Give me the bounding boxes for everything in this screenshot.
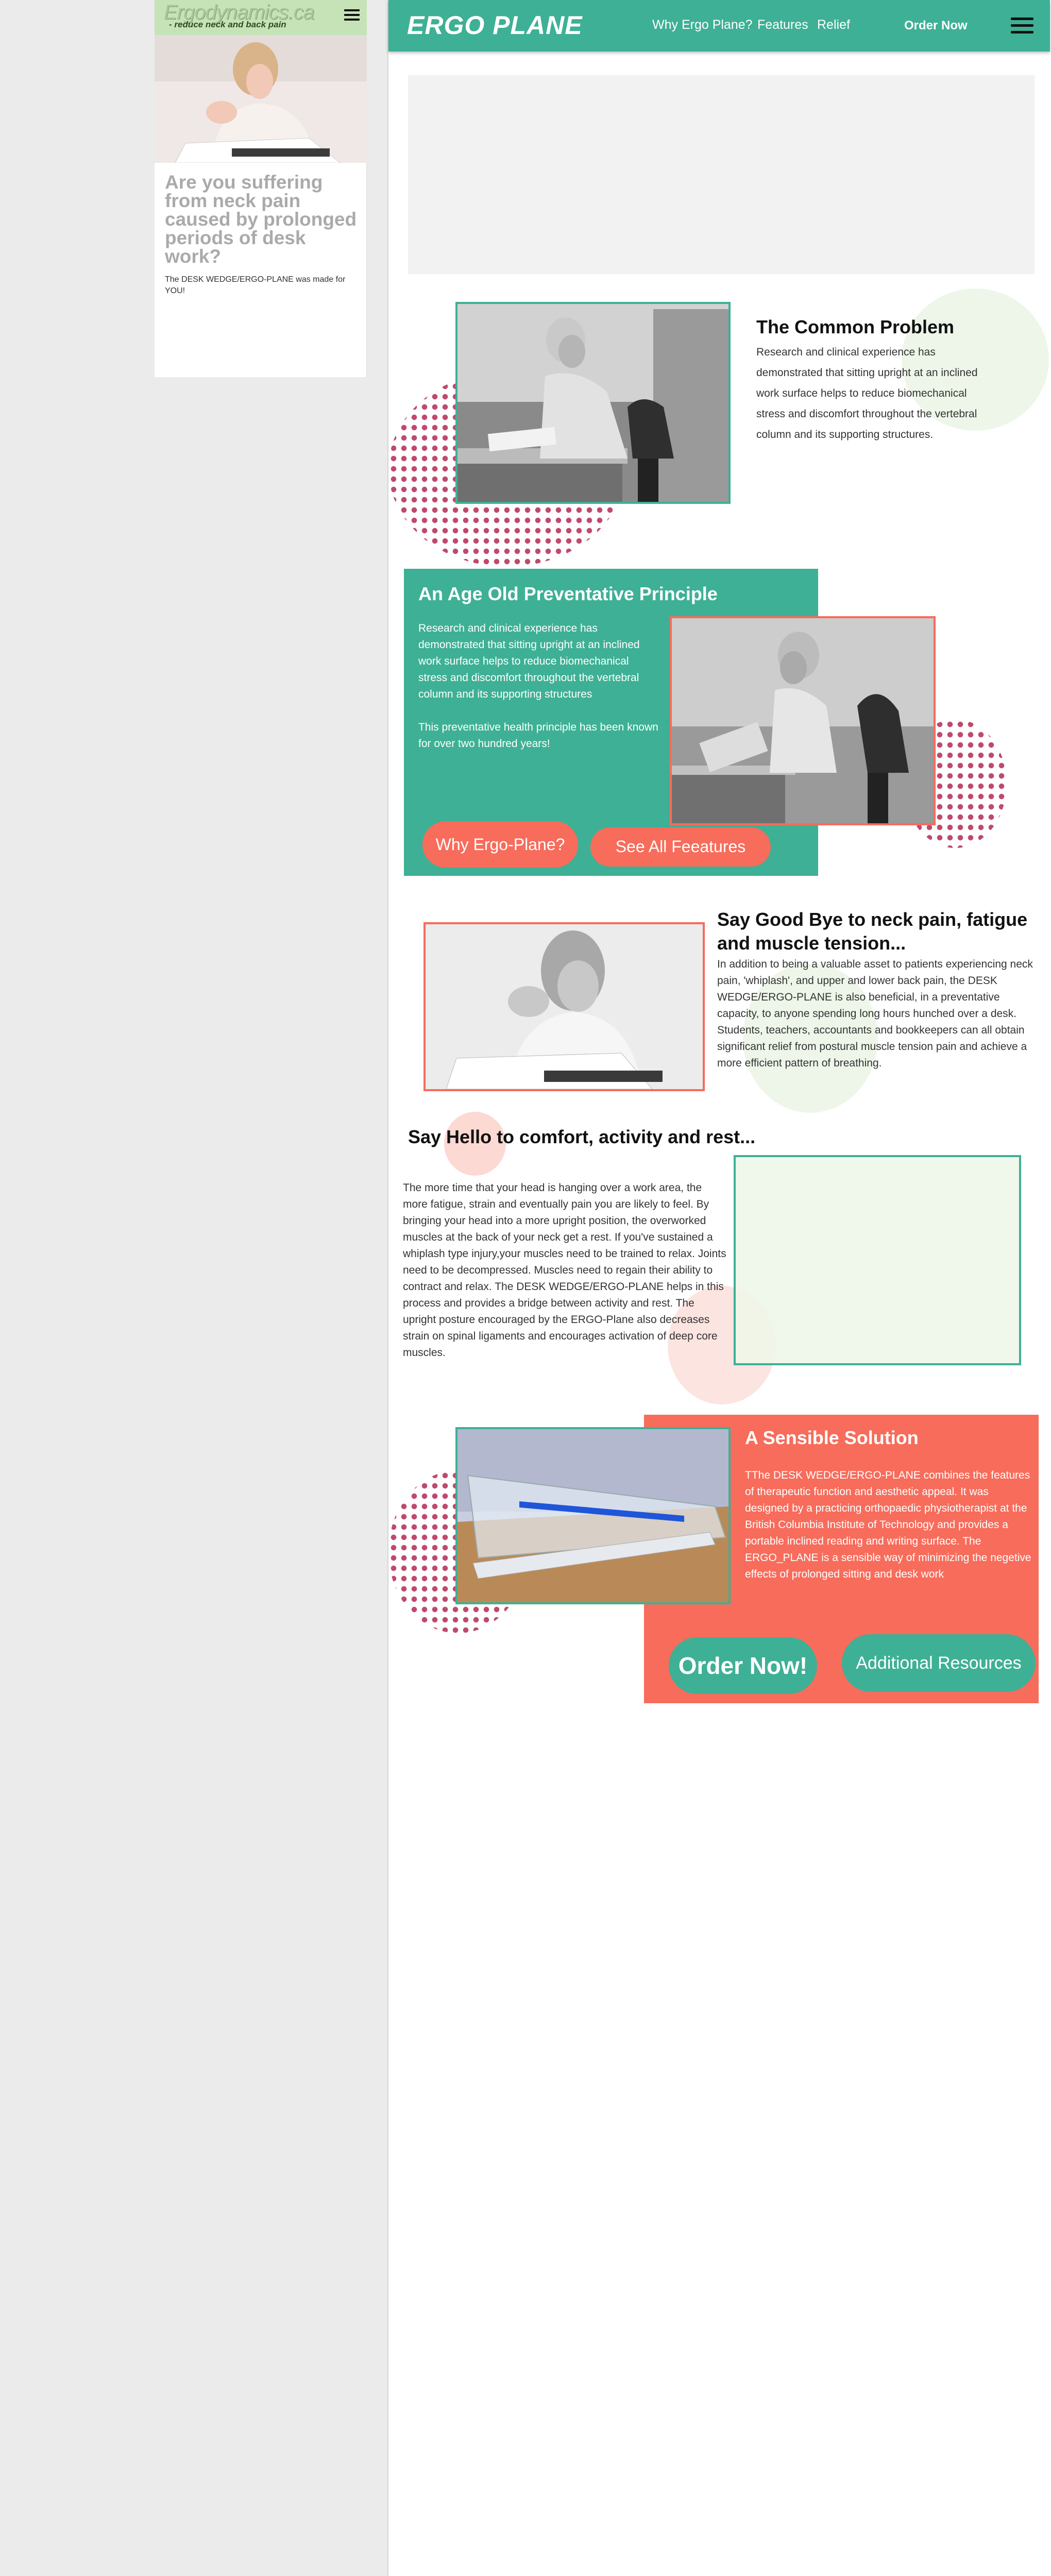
mobile-body-text: The DESK WEDGE/ERGO-PLANE was made for Y…	[165, 275, 346, 295]
mobile-header: Ergodynamics.ca - reduce neck and back p…	[155, 0, 367, 35]
hero-banner	[408, 75, 1035, 274]
hello-media-placeholder	[734, 1155, 1021, 1365]
sensible-text: TThe DESK WEDGE/ERGO-PLANE combines the …	[745, 1469, 1031, 1580]
desk-wedge-photo	[455, 1427, 731, 1604]
mobile-preview: Ergodynamics.ca - reduce neck and back p…	[155, 0, 367, 377]
goodbye-text: In addition to being a valuable asset to…	[717, 958, 1033, 1069]
hello-title: Say Hello to comfort, activity and rest.…	[408, 1126, 756, 1147]
additional-resources-button[interactable]: Additional Resources	[842, 1634, 1036, 1692]
order-now-button[interactable]: Order Now!	[669, 1637, 817, 1694]
hamburger-menu-icon[interactable]	[344, 9, 360, 22]
hamburger-menu-icon[interactable]	[1011, 18, 1033, 36]
common-problem-photo	[455, 302, 731, 504]
goodbye-title: Say Good Bye to neck pain, fatigue and m…	[717, 909, 1028, 954]
goodbye-photo	[423, 922, 705, 1091]
age-old-text: Research and clinical experience has dem…	[418, 622, 640, 700]
brand-logo[interactable]: ERGO PLANE	[407, 10, 583, 40]
mobile-tagline: - reduce neck and back pain	[169, 20, 286, 29]
nav-link-why[interactable]: Why Ergo Plane?	[652, 18, 753, 32]
nav-link-features[interactable]: Features	[757, 18, 808, 32]
hello-text: The more time that your head is hanging …	[403, 1182, 726, 1359]
mobile-hero-photo	[155, 35, 367, 163]
mobile-headline: Are you suffering from neck pain caused …	[165, 172, 357, 267]
age-old-text-2: This preventative health principle has b…	[418, 721, 658, 750]
navbar: ERGO PLANE Why Ergo Plane? Features Reli…	[388, 0, 1050, 52]
age-old-title: An Age Old Preventative Principle	[418, 583, 718, 604]
main-page: ERGO PLANE Why Ergo Plane? Features Reli…	[387, 0, 1051, 2576]
age-old-photo	[670, 616, 936, 825]
sensible-title: A Sensible Solution	[745, 1427, 919, 1448]
common-problem-title: The Common Problem	[756, 316, 955, 337]
why-ergo-plane-button[interactable]: Why Ergo-Plane?	[422, 821, 578, 868]
nav-link-relief[interactable]: Relief	[817, 18, 850, 32]
nav-order-now[interactable]: Order Now	[904, 19, 968, 33]
see-features-button[interactable]: See All Feeatures	[590, 827, 771, 867]
common-problem-text: Research and clinical experience has dem…	[756, 346, 978, 440]
